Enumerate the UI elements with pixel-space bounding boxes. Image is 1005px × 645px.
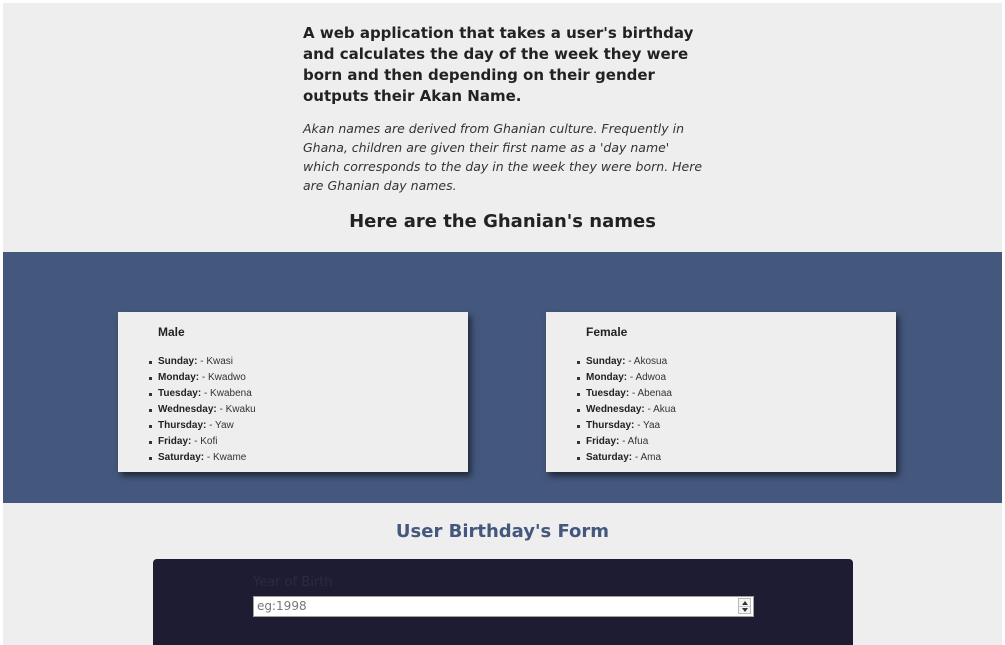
page: A web application that takes a user's bi… [3,3,1002,645]
akan-name: - Akosua [625,356,668,367]
list-item: Friday: - Kofi [149,434,256,450]
day-label: Wednesday: [158,404,217,415]
day-label: Tuesday: [586,388,630,399]
akan-name: - Yaa [634,420,661,431]
day-label: Monday: [158,372,200,383]
list-item: Monday: - Kwadwo [149,370,256,386]
akan-name: - Yaw [206,420,234,431]
akan-name: - Kwasi [197,356,234,367]
day-label: Thursday: [586,420,635,431]
akan-name: - Afua [619,436,649,447]
akan-name: - Kofi [191,436,218,447]
list-item: Tuesday: - Abenaa [577,386,676,402]
form-heading: User Birthday's Form [395,521,610,542]
akan-name: - Kwabena [201,388,252,399]
akan-name: - Kwadwo [199,372,246,383]
akan-names-description: Akan names are derived from Ghanian cult… [303,121,703,193]
akan-name: - Akua [644,404,676,415]
names-band: Male Sunday: - Kwasi Monday: - Kwadwo Tu… [3,252,1002,503]
akan-name: - Kwame [204,452,247,463]
intro-section: A web application that takes a user's bi… [303,23,703,195]
day-label: Monday: [586,372,628,383]
list-item: Monday: - Adwoa [577,370,676,386]
app-description-heading: A web application that takes a user's bi… [303,24,694,105]
list-item: Thursday: - Yaw [149,418,256,434]
male-names-card: Male Sunday: - Kwasi Monday: - Kwadwo Tu… [118,312,468,472]
female-names-list: Sunday: - Akosua Monday: - Adwoa Tuesday… [577,354,676,466]
day-label: Saturday: [158,452,205,463]
male-names-list: Sunday: - Kwasi Monday: - Kwadwo Tuesday… [149,354,256,466]
day-label: Tuesday: [158,388,202,399]
spin-down-arrow-icon[interactable] [742,608,748,612]
list-item: Wednesday: - Kwaku [149,402,256,418]
day-label: Sunday: [158,356,198,367]
akan-name: - Kwaku [216,404,256,415]
day-label: Wednesday: [586,404,645,415]
akan-name: - Abenaa [629,388,672,399]
spin-up-arrow-icon[interactable] [742,601,748,605]
list-item: Saturday: - Ama [577,450,676,466]
list-item: Sunday: - Akosua [577,354,676,370]
day-label: Sunday: [586,356,626,367]
day-label: Thursday: [158,420,207,431]
akan-name: - Ama [632,452,662,463]
akan-name: - Adwoa [627,372,667,383]
number-spinner-icon[interactable] [738,598,751,614]
names-heading: Here are the Ghanian's names [349,211,656,232]
spinner-divider [739,606,750,607]
day-label: Friday: [158,436,192,447]
female-card-title: Female [586,325,628,339]
day-label: Saturday: [586,452,633,463]
list-item: Wednesday: - Akua [577,402,676,418]
day-label: Friday: [586,436,620,447]
year-input-placeholder: eg:1998 [257,599,307,613]
birthday-form: Year of Birth eg:1998 [153,559,853,645]
list-item: Tuesday: - Kwabena [149,386,256,402]
list-item: Friday: - Afua [577,434,676,450]
male-card-title: Male [158,325,185,339]
year-of-birth-input[interactable]: eg:1998 [253,596,754,617]
year-of-birth-label: Year of Birth [253,575,333,590]
female-names-card: Female Sunday: - Akosua Monday: - Adwoa … [546,312,896,472]
list-item: Sunday: - Kwasi [149,354,256,370]
list-item: Saturday: - Kwame [149,450,256,466]
list-item: Thursday: - Yaa [577,418,676,434]
